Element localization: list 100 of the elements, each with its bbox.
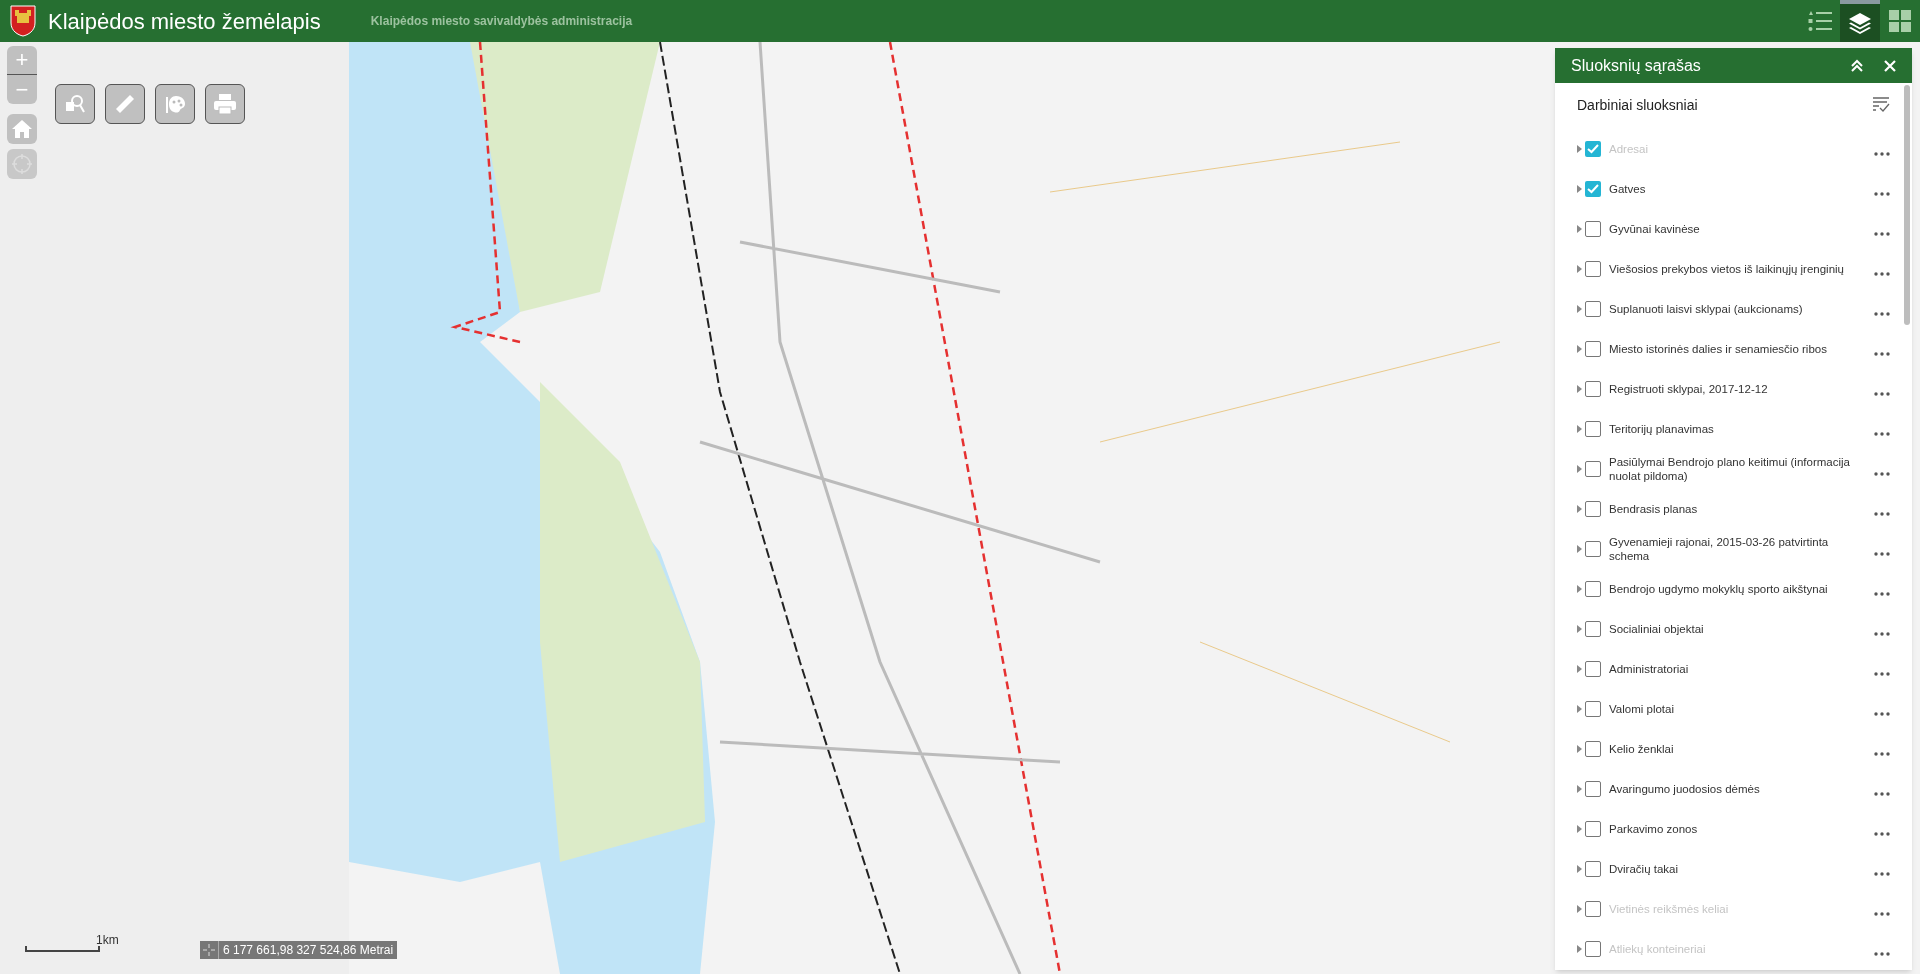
expand-arrow-icon[interactable]: [1577, 345, 1582, 353]
scrollbar-thumb[interactable]: [1904, 85, 1910, 325]
expand-arrow-icon[interactable]: [1577, 305, 1582, 313]
layer-checkbox[interactable]: [1585, 301, 1601, 317]
layer-checkbox[interactable]: [1585, 221, 1601, 237]
more-options-icon[interactable]: [1874, 512, 1890, 516]
layer-checkbox[interactable]: [1585, 141, 1601, 157]
expand-arrow-icon[interactable]: [1577, 385, 1582, 393]
layer-checkbox[interactable]: [1585, 741, 1601, 757]
legend-icon: [1807, 10, 1833, 32]
grid-icon: [1888, 9, 1912, 33]
map-tool-button[interactable]: [105, 84, 145, 124]
more-options-icon[interactable]: [1874, 392, 1890, 396]
layer-name: Gyvūnai kavinėse: [1609, 222, 1701, 236]
layer-name: Avaringumo juodosios dėmės: [1609, 782, 1761, 796]
more-options-icon[interactable]: [1874, 272, 1890, 276]
map-tool-button[interactable]: [205, 84, 245, 124]
more-options-icon[interactable]: [1874, 672, 1890, 676]
layer-checkbox[interactable]: [1585, 861, 1601, 877]
more-options-icon[interactable]: [1874, 592, 1890, 596]
layer-checkbox[interactable]: [1585, 341, 1601, 357]
layer-checkbox[interactable]: [1585, 821, 1601, 837]
layer-checkbox[interactable]: [1585, 381, 1601, 397]
layer-checkbox[interactable]: [1585, 181, 1601, 197]
more-options-icon[interactable]: [1874, 832, 1890, 836]
more-options-icon[interactable]: [1874, 232, 1890, 236]
filter-list-icon[interactable]: [1872, 97, 1890, 113]
expand-arrow-icon[interactable]: [1577, 425, 1582, 433]
expand-arrow-icon[interactable]: [1577, 865, 1582, 873]
layer-checkbox[interactable]: [1585, 541, 1601, 557]
layers-icon: [1848, 11, 1872, 35]
layer-checkbox[interactable]: [1585, 661, 1601, 677]
more-options-icon[interactable]: [1874, 472, 1890, 476]
layer-name: Teritorijų planavimas: [1609, 422, 1715, 436]
layer-checkbox[interactable]: [1585, 261, 1601, 277]
expand-arrow-icon[interactable]: [1577, 185, 1582, 193]
zoom-in-button[interactable]: +: [7, 46, 37, 75]
more-options-icon[interactable]: [1874, 712, 1890, 716]
more-options-icon[interactable]: [1874, 752, 1890, 756]
more-options-icon[interactable]: [1874, 632, 1890, 636]
more-options-icon[interactable]: [1874, 872, 1890, 876]
expand-arrow-icon[interactable]: [1577, 545, 1582, 553]
layer-checkbox[interactable]: [1585, 781, 1601, 797]
close-icon[interactable]: [1884, 59, 1896, 72]
expand-arrow-icon[interactable]: [1577, 585, 1582, 593]
layer-checkbox[interactable]: [1585, 701, 1601, 717]
expand-arrow-icon[interactable]: [1577, 825, 1582, 833]
more-options-icon[interactable]: [1874, 432, 1890, 436]
layer-checkbox[interactable]: [1585, 941, 1601, 957]
layer-name: Dviračių takai: [1609, 862, 1680, 876]
layer-name: Gatves: [1609, 182, 1647, 196]
more-options-icon[interactable]: [1874, 952, 1890, 956]
layer-checkbox[interactable]: [1585, 901, 1601, 917]
crosshair-icon: [201, 942, 217, 958]
layer-checkbox[interactable]: [1585, 581, 1601, 597]
map-tool-button[interactable]: [155, 84, 195, 124]
expand-arrow-icon[interactable]: [1577, 945, 1582, 953]
home-icon: [12, 120, 32, 138]
layer-name: Pasiūlymai Bendrojo plano keitimui (informacija nuolat pildoma): [1609, 455, 1851, 483]
layer-checkbox[interactable]: [1585, 621, 1601, 637]
layer-checkbox[interactable]: [1585, 421, 1601, 437]
expand-arrow-icon[interactable]: [1577, 145, 1582, 153]
more-options-icon[interactable]: [1874, 312, 1890, 316]
more-options-icon[interactable]: [1874, 192, 1890, 196]
layer-checkbox[interactable]: [1585, 461, 1601, 477]
checkmark-icon: [1587, 144, 1599, 154]
scale-label: 1km: [96, 932, 119, 949]
layer-name: Parkavimo zonos: [1609, 822, 1699, 836]
expand-arrow-icon[interactable]: [1577, 505, 1582, 513]
section-title: Darbiniai sluoksniai: [1577, 95, 1698, 115]
more-options-icon[interactable]: [1874, 352, 1890, 356]
layer-name: Suplanuoti laisvi sklypai (aukcionams): [1609, 302, 1804, 316]
layer-name: Gyvenamieji rajonai, 2015-03-26 patvirtinta schema: [1609, 535, 1830, 563]
palette-icon: [164, 93, 186, 115]
more-options-icon[interactable]: [1874, 792, 1890, 796]
zoom-out-button[interactable]: −: [7, 75, 37, 104]
map-tool-button[interactable]: [55, 84, 95, 124]
layer-checkbox[interactable]: [1585, 501, 1601, 517]
expand-arrow-icon[interactable]: [1577, 465, 1582, 473]
layer-name: Socialiniai objektai: [1609, 622, 1705, 636]
expand-arrow-icon[interactable]: [1577, 745, 1582, 753]
layer-name: Valomi plotai: [1609, 702, 1675, 716]
panel-title: Sluoksnių sąrašas: [1571, 55, 1701, 76]
expand-arrow-icon[interactable]: [1577, 785, 1582, 793]
expand-arrow-icon[interactable]: [1577, 905, 1582, 913]
expand-arrow-icon[interactable]: [1577, 625, 1582, 633]
expand-arrow-icon[interactable]: [1577, 705, 1582, 713]
layer-name: Vietinės reikšmės keliai: [1609, 902, 1730, 916]
more-options-icon[interactable]: [1874, 152, 1890, 156]
more-options-icon[interactable]: [1874, 552, 1890, 556]
expand-arrow-icon[interactable]: [1577, 225, 1582, 233]
more-options-icon[interactable]: [1874, 912, 1890, 916]
header-tool-button[interactable]: [1840, 0, 1880, 42]
expand-arrow-icon[interactable]: [1577, 665, 1582, 673]
coordinates-text: 6 177 661,98 327 524,86 Metrai: [218, 941, 398, 959]
layer-name: Bendrasis planas: [1609, 502, 1699, 516]
layer-name: Adresai: [1609, 142, 1649, 156]
expand-arrow-icon[interactable]: [1577, 265, 1582, 273]
collapse-icon[interactable]: [1850, 58, 1864, 73]
layer-name: Bendrojo ugdymo mokyklų sporto aikštynai: [1609, 582, 1829, 596]
